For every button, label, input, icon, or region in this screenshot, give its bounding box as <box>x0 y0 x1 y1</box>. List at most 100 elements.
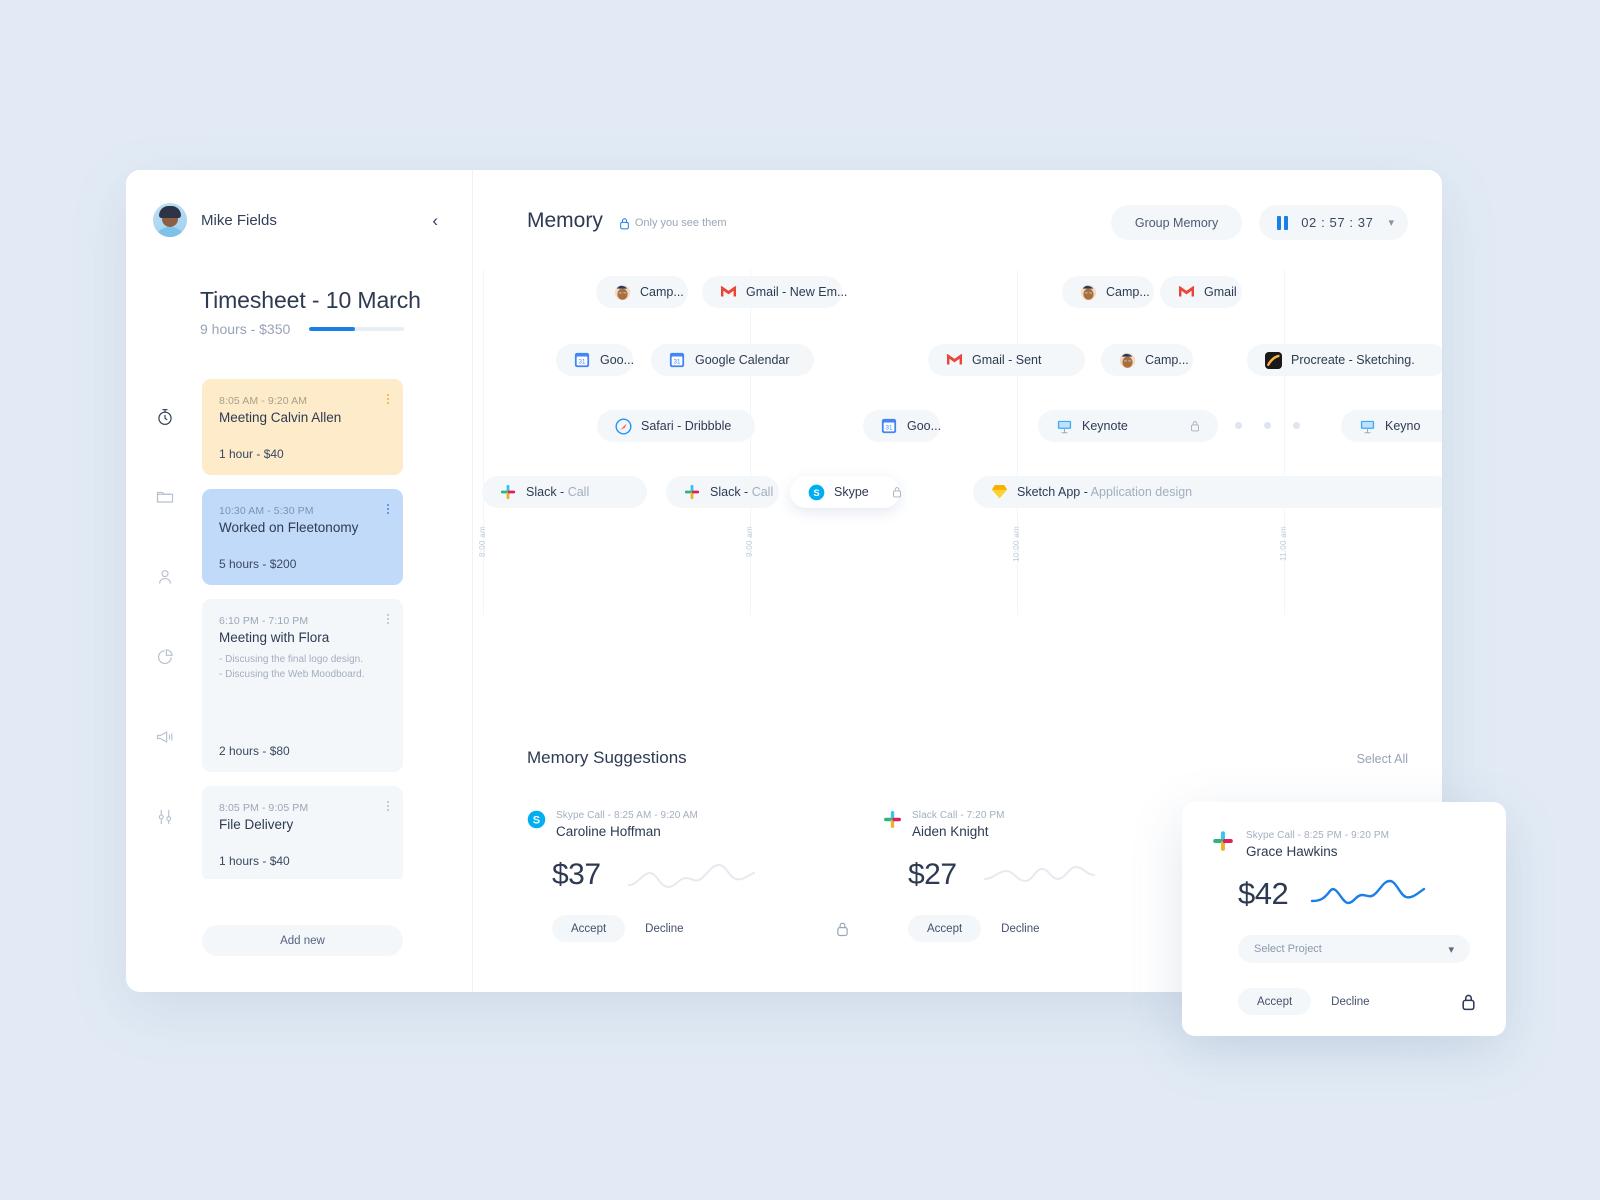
procreate-icon <box>1265 351 1282 369</box>
accept-button[interactable]: Accept <box>908 915 982 942</box>
axis-tick-label: 11:00 am <box>1279 526 1288 562</box>
timeline-pill[interactable]: Slack - Call <box>666 476 779 508</box>
entry-notes: - Discusing the final logo design. - Dis… <box>219 654 365 680</box>
timeline-pill[interactable]: Procreate - Sketching. <box>1247 344 1442 376</box>
chevron-left-icon[interactable]: ‹ <box>428 210 442 231</box>
entry-title: Worked on Fleetonomy <box>219 520 359 535</box>
suggestion-name: Caroline Hoffman <box>556 824 661 839</box>
timesheet-entry[interactable]: 10:30 AM - 5:30 PM Worked on Fleetonomy … <box>202 489 403 585</box>
gmail-icon <box>946 352 963 369</box>
suggestion-meta: Skype Call - 8:25 AM - 9:20 AM <box>556 810 698 821</box>
mailchimp-icon <box>1080 284 1097 301</box>
decline-button[interactable]: Decline <box>1319 996 1381 1008</box>
timesheet-entry[interactable]: 8:05 AM - 9:20 AM Meeting Calvin Allen 1… <box>202 379 403 475</box>
timeline-pill-label: Slack - Call <box>526 485 590 499</box>
entry-footer: 1 hours - $40 <box>219 854 290 868</box>
entry-time: 8:05 PM - 9:05 PM <box>219 802 309 814</box>
entry-menu-icon[interactable] <box>387 801 389 811</box>
decline-button[interactable]: Decline <box>989 923 1051 935</box>
profile-row: Mike Fields ‹ <box>126 170 472 237</box>
timeline-pill-label: Gmail - Sent <box>972 353 1042 367</box>
suggestion-card[interactable]: S Skype Call - 8:25 AM - 9:20 AM Carolin… <box>527 810 883 942</box>
timeline-row: Camp... Gmail - New Em... Camp... Gmail <box>473 276 1442 310</box>
slack-icon <box>500 484 517 501</box>
sidebar-item-megaphone[interactable] <box>154 726 176 748</box>
timeline-pill[interactable]: Gmail - Sent <box>928 344 1085 376</box>
profile-name: Mike Fields <box>201 211 277 229</box>
entry-menu-icon[interactable] <box>387 394 389 404</box>
timeline-pill-label: Slack - Call <box>710 485 774 499</box>
timeline-pill[interactable]: Camp... <box>596 276 688 308</box>
timeline-pill-label: Camp... <box>640 285 684 299</box>
chevron-down-icon[interactable]: ▾ <box>1448 943 1454 956</box>
sidebar-item-person[interactable] <box>154 566 176 588</box>
slack-icon <box>1212 830 1234 852</box>
timeline-pill[interactable]: S Skype <box>790 476 902 508</box>
float-card-actions: Accept Decline <box>1238 988 1476 1015</box>
sidebar-item-sliders[interactable] <box>154 806 176 828</box>
activity-timeline: Camp... Gmail - New Em... Camp... Gmail <box>473 270 1442 670</box>
timeline-pill[interactable]: Sketch App - Application design <box>973 476 1442 508</box>
axis-tick-label: 9:00 am <box>745 526 754 558</box>
select-project-dropdown[interactable]: Select Project ▾ <box>1238 935 1470 963</box>
suggestion-actions: Accept Decline <box>527 915 883 942</box>
timesheet-entry-list[interactable]: 8:05 AM - 9:20 AM Meeting Calvin Allen 1… <box>202 379 403 879</box>
timer-value: 02 : 57 : 37 <box>1301 215 1374 230</box>
sidebar-item-stopwatch[interactable] <box>154 406 176 428</box>
sketch-icon <box>991 484 1008 501</box>
lock-icon <box>878 486 902 498</box>
main-header: Memory Only you see them Group Memory 02… <box>473 170 1442 240</box>
timeline-pill[interactable]: Gmail - New Em... <box>702 276 847 308</box>
timeline-pill[interactable]: Safari - Dribbble <box>597 410 755 442</box>
group-memory-button[interactable]: Group Memory <box>1110 205 1243 240</box>
timeline-pill[interactable]: Slack - Call <box>482 476 647 508</box>
entry-title: File Delivery <box>219 817 294 832</box>
float-card-header: Skype Call - 8:25 PM - 9:20 PM Grace Haw… <box>1212 830 1476 859</box>
progress-bar <box>309 327 405 331</box>
entry-menu-icon[interactable] <box>387 504 389 514</box>
timeline-pill[interactable]: Camp... <box>1101 344 1193 376</box>
chevron-down-icon[interactable]: ▾ <box>1388 216 1394 229</box>
timeline-row: 31 Goo... 31 Google Calendar Gmail - Sen… <box>473 344 1442 378</box>
mailchimp-icon <box>1119 352 1136 369</box>
timeline-pill-label: Sketch App - Application design <box>1017 485 1193 499</box>
timeline-pill[interactable]: 31 Google Calendar <box>651 344 814 376</box>
select-all-button[interactable]: Select All <box>1357 752 1408 766</box>
skype-icon: S <box>808 484 825 501</box>
sidebar: Mike Fields ‹ Timesheet - 10 March 9 hou… <box>126 170 473 992</box>
lock-icon[interactable] <box>836 921 849 937</box>
accept-button[interactable]: Accept <box>552 915 626 942</box>
add-new-button[interactable]: Add new <box>202 925 403 956</box>
avatar <box>153 203 187 237</box>
timeline-pill-label: Goo... <box>600 353 635 367</box>
axis-tick-label: 8:00 am <box>478 526 487 558</box>
gmail-icon <box>1178 284 1195 301</box>
timesheet-entry[interactable]: 6:10 PM - 7:10 PM Meeting with Flora - D… <box>202 599 403 772</box>
gcal-icon: 31 <box>881 418 898 435</box>
timeline-pill[interactable]: Keyno <box>1341 410 1442 442</box>
entry-menu-icon[interactable] <box>387 614 389 624</box>
sidebar-item-pie-chart[interactable] <box>154 646 176 668</box>
timeline-pill-label: Camp... <box>1106 285 1150 299</box>
floating-suggestion-card[interactable]: Skype Call - 8:25 PM - 9:20 PM Grace Haw… <box>1182 802 1506 1036</box>
lock-icon[interactable] <box>1461 993 1476 1011</box>
timeline-pill-label: Gmail - New Em... <box>746 285 848 299</box>
privacy-note: Only you see them <box>619 217 727 230</box>
suggestion-header: S Skype Call - 8:25 AM - 9:20 AM Carolin… <box>527 810 883 839</box>
axis-tick-label: 10:00 am <box>1012 526 1021 562</box>
accept-button[interactable]: Accept <box>1238 988 1312 1015</box>
timer-control[interactable]: 02 : 57 : 37 ▾ <box>1259 205 1408 240</box>
timesheet-entry[interactable]: 8:05 PM - 9:05 PM File Delivery 1 hours … <box>202 786 403 879</box>
suggestion-meta: Slack Call - 7:20 PM <box>912 810 1005 821</box>
decline-button[interactable]: Decline <box>633 923 695 935</box>
sidebar-item-folder[interactable] <box>154 486 176 508</box>
timeline-pill[interactable]: 31 Goo... <box>863 410 941 442</box>
timeline-pill[interactable]: 31 Goo... <box>556 344 635 376</box>
entry-footer: 2 hours - $80 <box>219 744 290 758</box>
timeline-pill[interactable]: Keynote <box>1038 410 1218 442</box>
timeline-pill[interactable]: Camp... <box>1062 276 1154 308</box>
timeline-pill[interactable]: Gmail <box>1160 276 1242 308</box>
timeline-pill-label: Keynote <box>1082 419 1128 433</box>
pause-icon[interactable] <box>1277 215 1289 230</box>
svg-text:31: 31 <box>579 358 586 365</box>
